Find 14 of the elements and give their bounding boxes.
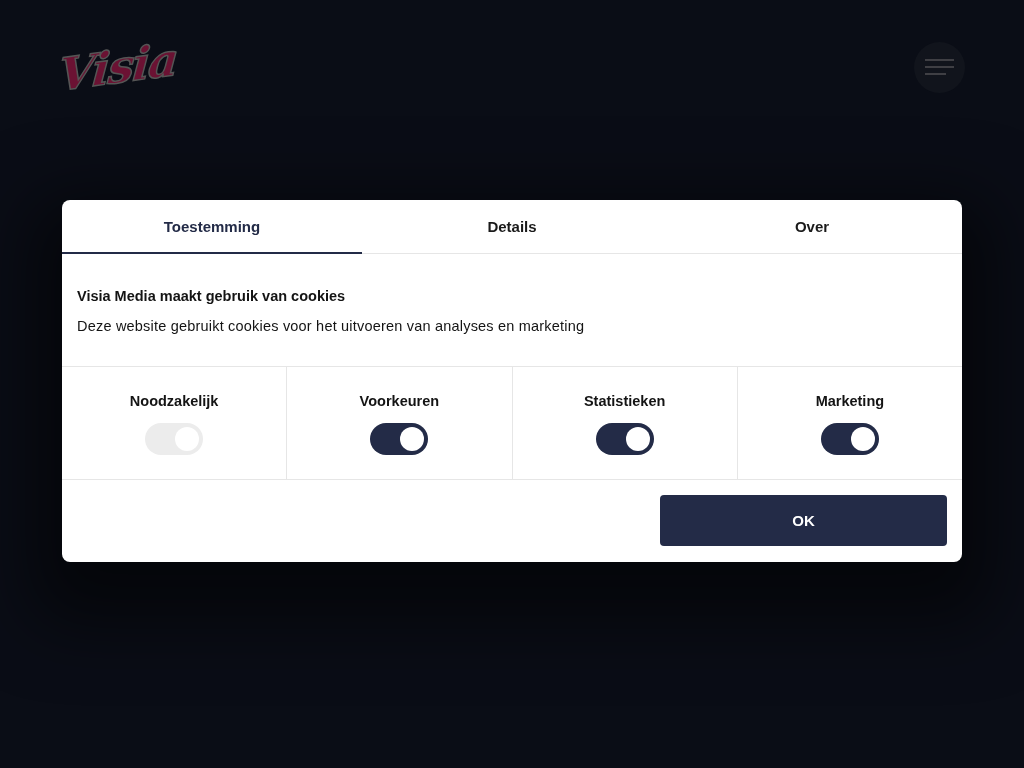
category-label: Statistieken — [583, 393, 666, 409]
category-label: Voorkeuren — [359, 393, 440, 409]
tab[interactable]: Details — [362, 200, 662, 254]
ok-button[interactable]: OK — [660, 495, 947, 546]
toggle-switch[interactable] — [370, 423, 429, 455]
tab[interactable]: Over — [662, 200, 962, 254]
category-label: Marketing — [815, 393, 885, 409]
dialog-description: Deze website gebruikt cookies voor het uitvoeren van analyses en marketing — [77, 318, 586, 334]
dialog-title: Visia Media maakt gebruik van cookies — [77, 288, 347, 304]
toggle-switch[interactable] — [820, 423, 879, 455]
menu-icon — [925, 58, 954, 76]
toggle-switch[interactable] — [595, 423, 654, 455]
category-label: Noodzakelijk — [129, 393, 219, 409]
tab[interactable]: Toestemming — [62, 200, 362, 254]
